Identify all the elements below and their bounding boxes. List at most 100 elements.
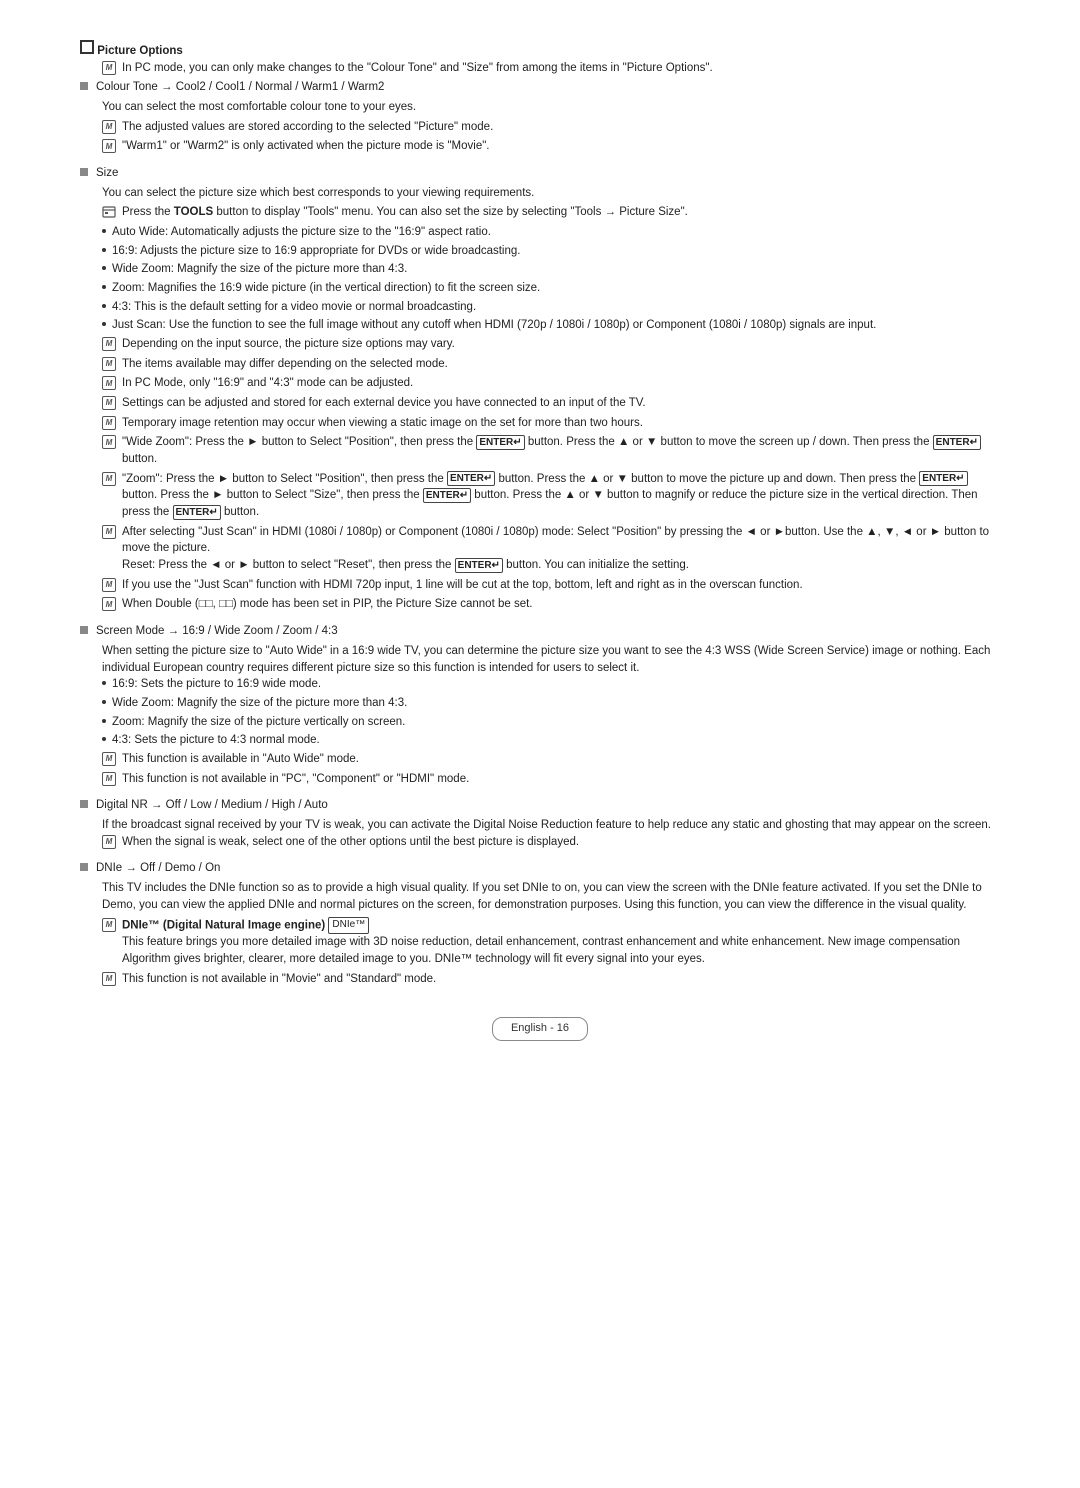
dot-4: [102, 285, 106, 289]
dnie-header: DNIe → Off / Demo / On: [80, 860, 1000, 877]
dnie-brand-label: DNIe™ (Digital Natural Image engine): [122, 920, 325, 932]
size-section: Size You can select the picture size whi…: [80, 165, 1000, 613]
top-note: M In PC mode, you can only make changes …: [102, 60, 1000, 77]
note-icon-sm1: M: [102, 752, 116, 766]
bullet-4-3: 4:3: This is the default setting for a v…: [102, 299, 1000, 316]
bullet-4-text: Zoom: Magnifies the 16:9 wide picture (i…: [112, 280, 540, 297]
sm-dot-1: [102, 681, 106, 685]
sm-note-1: M This function is available in "Auto Wi…: [102, 751, 1000, 768]
dot-6: [102, 322, 106, 326]
digital-nr-section: Digital NR → Off / Low / Medium / High /…: [80, 797, 1000, 850]
size-note-4: M Settings can be adjusted and stored fo…: [102, 395, 1000, 412]
colour-tone-label: Colour Tone → Cool2 / Cool1 / Normal / W…: [96, 79, 384, 96]
size-body: You can select the picture size which be…: [102, 185, 1000, 202]
size-sub-notes: M Depending on the input source, the pic…: [80, 336, 1000, 613]
note-icon-s1: M: [102, 337, 116, 351]
colour-note-1: M The adjusted values are stored accordi…: [102, 119, 1000, 136]
sm-bullet-3: Zoom: Magnify the size of the picture ve…: [102, 714, 1000, 731]
dnie-sub-notes: M This function is not available in "Mov…: [80, 971, 1000, 988]
sm-bullet-4-text: 4:3: Sets the picture to 4:3 normal mode…: [112, 732, 320, 749]
sm-note-2: M This function is not available in "PC"…: [102, 771, 1000, 788]
bullet-just-scan: Just Scan: Use the function to see the f…: [102, 317, 1000, 334]
note-icon-s8: M: [102, 525, 116, 539]
square-bullet-size: [80, 168, 88, 176]
enter-btn-1: ENTER↵: [476, 435, 524, 450]
digital-nr-label: Digital NR → Off / Low / Medium / High /…: [96, 797, 328, 814]
colour-note-1-text: The adjusted values are stored according…: [122, 119, 1000, 136]
square-bullet-dnie: [80, 863, 88, 871]
screen-mode-body: When setting the picture size to "Auto W…: [102, 643, 1000, 676]
screen-mode-header: Screen Mode → 16:9 / Wide Zoom / Zoom / …: [80, 623, 1000, 640]
dot-1: [102, 229, 106, 233]
enter-btn-2: ENTER↵: [933, 435, 981, 450]
bullet-16-9: 16:9: Adjusts the picture size to 16:9 a…: [102, 243, 1000, 260]
size-note-2: M The items available may differ dependi…: [102, 356, 1000, 373]
note-icon-dnie1: M: [102, 972, 116, 986]
sm-bullet-2: Wide Zoom: Magnify the size of the pictu…: [102, 695, 1000, 712]
square-bullet-screen: [80, 626, 88, 634]
page-title: Picture Options: [80, 40, 1000, 60]
nr-note-1: M When the signal is weak, select one of…: [102, 834, 1000, 851]
dnie-brand-text: This feature brings you more detailed im…: [122, 936, 960, 965]
note-icon-s5: M: [102, 416, 116, 430]
note-icon-sm2: M: [102, 772, 116, 786]
bullet-2-text: 16:9: Adjusts the picture size to 16:9 a…: [112, 243, 520, 260]
note-icon-nr1: M: [102, 835, 116, 849]
sm-dot-3: [102, 719, 106, 723]
note-icon-s10: M: [102, 597, 116, 611]
size-note-8: M After selecting "Just Scan" in HDMI (1…: [102, 524, 1000, 574]
dnie-section: DNIe → Off / Demo / On This TV includes …: [80, 860, 1000, 987]
square-bullet-nr: [80, 800, 88, 808]
size-note-1: M Depending on the input source, the pic…: [102, 336, 1000, 353]
dot-3: [102, 266, 106, 270]
note-icon-s7: M: [102, 472, 116, 486]
sm-dot-4: [102, 737, 106, 741]
bullet-5-text: 4:3: This is the default setting for a v…: [112, 299, 476, 316]
bullet-6-text: Just Scan: Use the function to see the f…: [112, 317, 876, 334]
note-icon-dnie: M: [102, 918, 116, 932]
enter-btn-3: ENTER↵: [447, 471, 495, 486]
checkbox-icon: [80, 40, 94, 54]
tools-row: Press the TOOLS button to display "Tools…: [102, 204, 1000, 221]
size-label: Size: [96, 165, 118, 182]
colour-tone-body: You can select the most comfortable colo…: [102, 99, 1000, 116]
square-bullet-colour: [80, 82, 88, 90]
footer: English - 16: [80, 1017, 1000, 1041]
bullet-zoom: Zoom: Magnifies the 16:9 wide picture (i…: [102, 280, 1000, 297]
sm-bullet-3-text: Zoom: Magnify the size of the picture ve…: [112, 714, 405, 731]
sm-bullet-2-text: Wide Zoom: Magnify the size of the pictu…: [112, 695, 407, 712]
title-text: Picture Options: [97, 45, 183, 57]
colour-tone-header: Colour Tone → Cool2 / Cool1 / Normal / W…: [80, 79, 1000, 96]
bullet-3-text: Wide Zoom: Magnify the size of the pictu…: [112, 261, 407, 278]
footer-badge: English - 16: [492, 1017, 588, 1041]
tools-icon: [102, 205, 116, 219]
digital-nr-header: Digital NR → Off / Low / Medium / High /…: [80, 797, 1000, 814]
dnie-note-1: M This function is not available in "Mov…: [102, 971, 1000, 988]
sm-dot-2: [102, 700, 106, 704]
screen-mode-notes: M This function is available in "Auto Wi…: [80, 751, 1000, 787]
size-note-3: M In PC Mode, only "16:9" and "4:3" mode…: [102, 375, 1000, 392]
screen-mode-bullets: 16:9: Sets the picture to 16:9 wide mode…: [80, 676, 1000, 749]
bullet-1-text: Auto Wide: Automatically adjusts the pic…: [112, 224, 491, 241]
enter-btn-6: ENTER↵: [173, 505, 221, 520]
enter-btn-5: ENTER↵: [423, 488, 471, 503]
screen-mode-section: Screen Mode → 16:9 / Wide Zoom / Zoom / …: [80, 623, 1000, 787]
note-icon-top: M: [102, 61, 116, 75]
colour-note-2: M "Warm1" or "Warm2" is only activated w…: [102, 138, 1000, 155]
sm-bullet-4: 4:3: Sets the picture to 4:3 normal mode…: [102, 732, 1000, 749]
dot-2: [102, 248, 106, 252]
top-note-text: In PC mode, you can only make changes to…: [122, 60, 1000, 77]
digital-nr-body: If the broadcast signal received by your…: [102, 817, 1000, 834]
dnie-body: This TV includes the DNIe function so as…: [102, 880, 1000, 913]
size-note-9: M If you use the "Just Scan" function wi…: [102, 577, 1000, 594]
size-note-10: M When Double (□□, □□) mode has been set…: [102, 596, 1000, 613]
enter-btn-4: ENTER↵: [919, 471, 967, 486]
size-header: Size: [80, 165, 1000, 182]
screen-mode-label: Screen Mode → 16:9 / Wide Zoom / Zoom / …: [96, 623, 338, 640]
note-icon-s9: M: [102, 578, 116, 592]
dot-5: [102, 304, 106, 308]
note-icon-s2: M: [102, 357, 116, 371]
note-icon-s3: M: [102, 376, 116, 390]
size-bullets: Auto Wide: Automatically adjusts the pic…: [80, 224, 1000, 334]
dnie-badge: DNIe™: [328, 917, 369, 934]
